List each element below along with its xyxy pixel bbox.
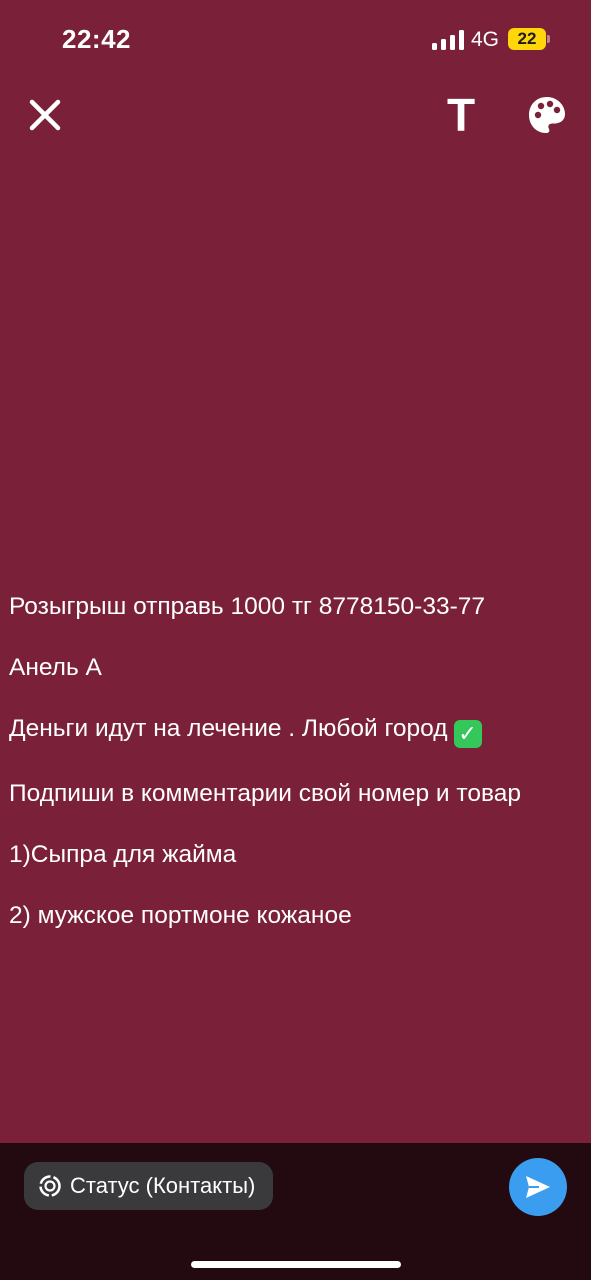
story-line: Деньги идут на лечение . Любой город ✓	[9, 714, 584, 748]
story-line: Розыгрыш отправь 1000 тг 8778150-33-77	[9, 592, 485, 620]
battery-level: 22	[517, 29, 537, 48]
audience-label: Статус (Контакты)	[70, 1173, 256, 1198]
story-line: Анель А	[9, 653, 102, 681]
palette-icon	[529, 97, 565, 133]
status-bar: 22:42 4G 22	[0, 0, 591, 80]
story-line: 1)Сыпра для жайма	[9, 840, 237, 868]
text-tool-button[interactable]: T	[436, 90, 486, 140]
close-icon	[29, 99, 61, 131]
battery-icon: 22	[508, 28, 550, 50]
color-palette-button[interactable]	[522, 90, 572, 140]
audience-selector-button[interactable]: Статус (Контакты)	[24, 1162, 274, 1210]
home-indicator	[191, 1261, 401, 1268]
status-ring-icon	[39, 1175, 61, 1197]
text-tool-icon: T	[446, 89, 476, 141]
network-type: 4G	[471, 28, 500, 51]
story-line: Подпиши в комментарии свой номер и товар	[9, 779, 521, 807]
story-text[interactable]: Розыгрыш отправь 1000 тг 8778150-33-77 А…	[9, 561, 584, 962]
clock: 22:42	[62, 24, 131, 54]
signal-icon	[432, 30, 464, 50]
check-emoji-icon: ✓	[453, 719, 482, 748]
send-button[interactable]	[509, 1158, 567, 1216]
story-line: 2) мужское портмоне кожаное	[9, 901, 352, 929]
close-button[interactable]	[20, 90, 70, 140]
send-icon	[526, 1176, 550, 1198]
